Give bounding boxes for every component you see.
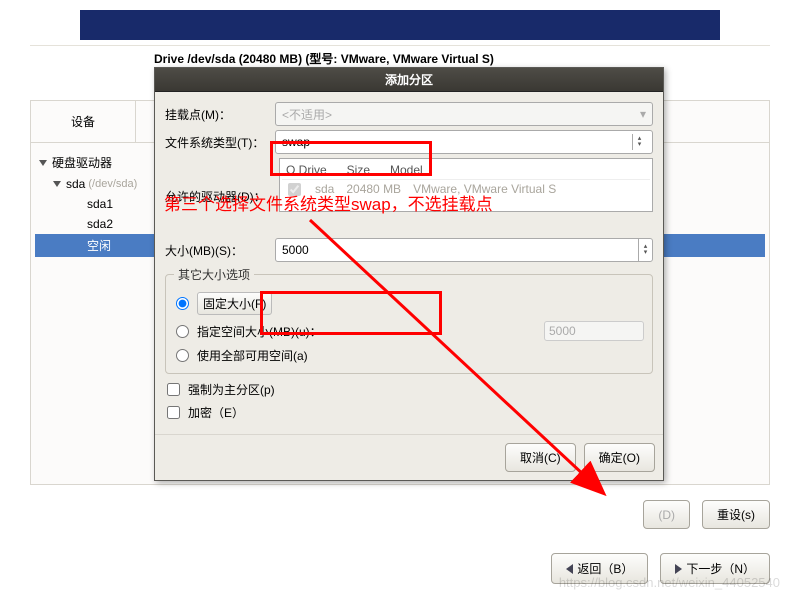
caret-down-icon <box>39 160 47 166</box>
fill-up-to-input <box>544 321 644 341</box>
col-drive: O Drive <box>286 163 327 177</box>
col-size: Size <box>347 163 370 177</box>
drive-name: sda <box>315 182 334 196</box>
chevron-down-icon: ▾ <box>640 107 646 121</box>
combo-value: swap <box>282 135 310 149</box>
caret-down-icon <box>53 181 61 187</box>
watermark: https://blog.csdn.net/weixin_44052540 <box>559 575 780 590</box>
checkbox-encrypt[interactable] <box>167 406 180 419</box>
tree-label: sda2 <box>87 217 113 231</box>
opt-fixed-label: 固定大小(F) <box>197 292 272 315</box>
drive-checkbox[interactable] <box>288 183 301 196</box>
divider <box>30 45 770 46</box>
ok-button[interactable]: 确定(O) <box>584 443 655 472</box>
tree-label: sda1 <box>87 197 113 211</box>
tree-path: (/dev/sda) <box>88 178 137 190</box>
radio-fill-up-to[interactable] <box>176 325 189 338</box>
fieldset-legend: 其它大小选项 <box>174 266 254 283</box>
drives-header: O Drive Size Model <box>282 161 650 180</box>
chk-primary-label: 强制为主分区(p) <box>188 381 275 398</box>
checkbox-force-primary[interactable] <box>167 383 180 396</box>
drives-row[interactable]: sda 20480 MB VMware, VMware Virtual S <box>282 180 650 198</box>
device-column-header: 设备 <box>31 101 136 142</box>
opt-fill-label: 使用全部可用空间(a) <box>197 347 308 364</box>
opt-upto-label: 指定空间大小(MB)(u)： <box>197 323 322 340</box>
size-label: 大小(MB)(S)： <box>165 242 275 259</box>
mount-point-combo[interactable]: <不适用> ▾ <box>275 102 653 126</box>
cancel-button[interactable]: 取消(C) <box>505 443 576 472</box>
size-value: 5000 <box>282 243 309 257</box>
col-model: Model <box>390 163 423 177</box>
fs-type-combo[interactable]: swap ▴▾ <box>275 130 653 154</box>
spinner-icon[interactable]: ▴▾ <box>638 239 652 261</box>
drive-model: VMware, VMware Virtual S <box>413 182 556 196</box>
dialog-title: 添加分区 <box>155 68 663 92</box>
radio-fixed-size[interactable] <box>176 297 189 310</box>
fs-type-label: 文件系统类型(T)： <box>165 134 275 151</box>
drive-info-label: Drive /dev/sda (20480 MB) (型号: VMware, V… <box>154 50 494 67</box>
tree-label: 硬盘驱动器 <box>52 154 112 171</box>
combo-value: <不适用> <box>282 106 332 123</box>
size-options-fieldset: 其它大小选项 固定大小(F) 指定空间大小(MB)(u)： 使用全部可用空间(a… <box>165 266 653 374</box>
tree-label: sda <box>66 177 85 191</box>
radio-fill-all[interactable] <box>176 349 189 362</box>
combo-spinner-icon: ▴▾ <box>632 134 646 150</box>
allowed-drives-label: 允许的驱动器(D)： <box>165 158 275 205</box>
allowed-drives-list[interactable]: O Drive Size Model sda 20480 MB VMware, … <box>279 158 653 212</box>
d-button[interactable]: (D) <box>643 500 690 529</box>
drive-size: 20480 MB <box>346 182 401 196</box>
add-partition-dialog: 添加分区 挂载点(M)： <不适用> ▾ 文件系统类型(T)： swap ▴▾ 允许… <box>154 67 664 481</box>
installer-banner <box>80 10 720 40</box>
arrow-left-icon <box>566 564 573 574</box>
size-input[interactable]: 5000 ▴▾ <box>275 238 653 262</box>
mount-point-label: 挂载点(M)： <box>165 106 275 123</box>
arrow-right-icon <box>675 564 682 574</box>
reset-button[interactable]: 重设(s) <box>702 500 770 529</box>
chk-encrypt-label: 加密（E） <box>188 404 244 421</box>
tree-label: 空闲 <box>87 237 111 254</box>
